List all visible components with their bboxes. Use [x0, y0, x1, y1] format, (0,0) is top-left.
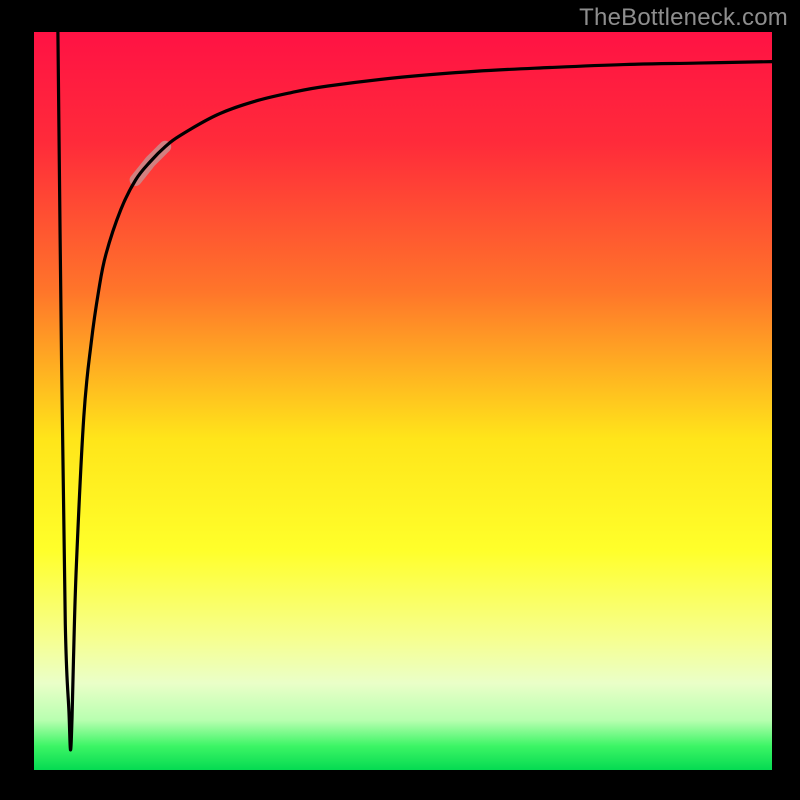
plot-background	[32, 32, 772, 772]
attribution-watermark: TheBottleneck.com	[579, 4, 788, 32]
bottleneck-chart	[0, 0, 800, 800]
chart-container: TheBottleneck.com	[0, 0, 800, 800]
